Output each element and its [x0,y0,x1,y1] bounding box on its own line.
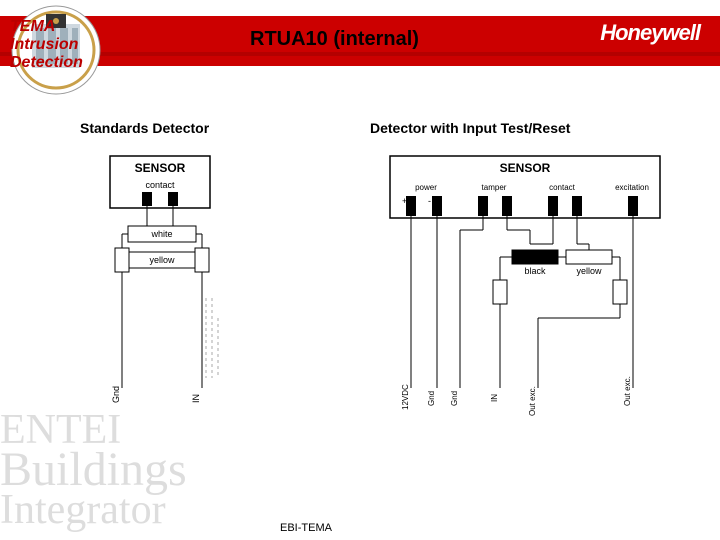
slide-title: RTUA10 (internal) [250,28,419,51]
bottom-gnd: Gnd [111,386,121,403]
wire-white: white [150,229,172,239]
term-power: power [415,183,437,192]
badge-text: TEMA Intrusion Detection [10,18,83,72]
bottom-in: IN [191,394,201,403]
left-subtitle: Standards Detector [80,120,340,136]
b-in: IN [490,394,499,402]
left-diagram: SENSOR contact white yellow [80,148,260,448]
slide: Honeywell TEMA Intrusion Detection RTUA1… [0,0,720,540]
svg-text:+: + [402,196,407,206]
footer-text: EBI-TEMA [280,522,332,534]
badge-line3: Detection [10,54,83,72]
svg-text:-: - [428,196,431,206]
right-subtitle: Detector with Input Test/Reset [370,120,690,136]
wire-yellow: yellow [149,255,175,265]
b-outexc: Out exc. [528,386,537,416]
brand-logo: Honeywell [600,20,700,46]
watermark: ENTEI Buildings Integrator [0,410,187,530]
wm-line2: Buildings [0,450,187,490]
sensor-label-r: SENSOR [500,161,551,175]
left-column: Standards Detector SENSOR contact white … [80,120,340,453]
term-contact: contact [549,183,576,192]
wire-black: black [524,266,546,276]
badge-line1: TEMA [10,18,83,36]
wm-line3: Integrator [0,490,187,530]
term-excitation: excitation [615,183,649,192]
b-outexc2: Out exc. [623,376,632,406]
right-diagram: SENSOR power tamper contact excitation +… [370,148,680,448]
sensor-label: SENSOR [135,161,186,175]
b-gnd1: Gnd [427,391,436,406]
terminal-contact: contact [145,180,175,190]
tema-badge: TEMA Intrusion Detection [0,0,120,95]
wire-yellow-r: yellow [576,266,602,276]
badge-line2: Intrusion [10,36,83,54]
right-column: Detector with Input Test/Reset SENSOR po… [370,120,690,453]
term-tamper: tamper [482,183,507,192]
b-12vdc: 12VDC [401,384,410,410]
b-gnd2: Gnd [450,391,459,406]
